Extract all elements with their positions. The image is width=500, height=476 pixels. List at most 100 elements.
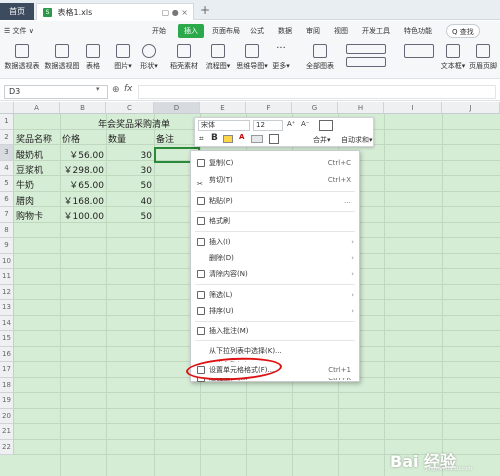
- menu-insert[interactable]: 插入: [178, 24, 204, 38]
- row-header[interactable]: 17: [0, 362, 14, 378]
- cell-name[interactable]: 酸奶机: [16, 149, 43, 164]
- file-menu[interactable]: ☰ 文件 ∨: [4, 24, 34, 38]
- tab-file[interactable]: S 表格1.xls ▢ ● ×: [36, 3, 194, 20]
- row-header[interactable]: 4: [0, 160, 14, 176]
- tab-controls-icon[interactable]: ▢ ● ×: [162, 4, 188, 21]
- col-header[interactable]: C: [106, 102, 154, 114]
- namebox-dropdown-icon[interactable]: ▾: [96, 85, 100, 93]
- menu-page-layout[interactable]: 页面布局: [212, 24, 240, 38]
- row-header[interactable]: 21: [0, 424, 14, 440]
- bold-button[interactable]: B: [211, 133, 218, 143]
- tab-home[interactable]: 首页: [0, 3, 34, 20]
- pivot-chart-button[interactable]: 数据透视图: [42, 44, 82, 71]
- pivot-table-button[interactable]: 数据透视表: [2, 44, 42, 71]
- row-header[interactable]: 16: [0, 346, 14, 362]
- menu-item-cut[interactable]: ✂ 剪切(T) Ctrl+X: [191, 172, 359, 188]
- formula-input[interactable]: [138, 85, 496, 99]
- cell-name[interactable]: 豆浆机: [16, 164, 43, 179]
- menu-features[interactable]: 特色功能: [404, 24, 432, 38]
- cell-name[interactable]: 腊肉: [16, 195, 34, 210]
- col-header[interactable]: B: [60, 102, 106, 114]
- header-cell-price[interactable]: 价格: [62, 133, 80, 148]
- cell-price[interactable]: ￥298.00: [60, 164, 105, 179]
- cell-qty[interactable]: 40: [106, 195, 152, 210]
- more-button[interactable]: ··· 更多▾: [266, 44, 296, 71]
- cell-price[interactable]: ￥168.00: [60, 195, 105, 210]
- font-grow-button[interactable]: A⁺: [287, 120, 295, 128]
- menu-item-copy[interactable]: 复制(C) Ctrl+C: [191, 155, 359, 171]
- cell-price[interactable]: ￥65.00: [60, 179, 104, 194]
- row-header[interactable]: 13: [0, 300, 14, 316]
- search-button[interactable]: Q 查找: [446, 24, 480, 38]
- col-header[interactable]: H: [338, 102, 384, 114]
- row-header[interactable]: 19: [0, 393, 14, 409]
- cell-format-icon[interactable]: ⌗: [199, 134, 204, 144]
- sheet-title[interactable]: 年会奖品采购清单: [74, 118, 194, 133]
- menu-view[interactable]: 视图: [334, 24, 348, 38]
- cell-qty[interactable]: 30: [106, 164, 152, 179]
- row-header[interactable]: 5: [0, 176, 14, 192]
- col-header[interactable]: I: [384, 102, 442, 114]
- row-header[interactable]: 12: [0, 284, 14, 300]
- menu-item-insert[interactable]: 插入(I) ›: [191, 234, 359, 250]
- menu-item-filter[interactable]: 筛选(L) ›: [191, 287, 359, 303]
- cell-name[interactable]: 购物卡: [16, 210, 43, 225]
- header-cell-notes[interactable]: 备注: [156, 133, 174, 148]
- row-header[interactable]: 20: [0, 408, 14, 424]
- font-shrink-button[interactable]: A⁻: [301, 120, 309, 128]
- menu-item-sort[interactable]: 排序(U) ›: [191, 303, 359, 319]
- col-header[interactable]: A: [14, 102, 60, 114]
- row-header[interactable]: 22: [0, 439, 14, 455]
- cell-qty[interactable]: 30: [106, 149, 152, 164]
- row-header[interactable]: 2: [0, 129, 14, 145]
- cell-qty[interactable]: 50: [106, 210, 152, 225]
- font-color-icon[interactable]: A: [239, 133, 244, 141]
- menu-developer[interactable]: 开发工具: [362, 24, 390, 38]
- function-icon[interactable]: fx: [124, 84, 133, 94]
- row-header[interactable]: 18: [0, 377, 14, 393]
- merge-button[interactable]: 合并▾: [313, 135, 331, 145]
- menu-item-insert-comment[interactable]: 插入批注(M): [191, 323, 359, 339]
- header-cell-qty[interactable]: 数量: [108, 133, 126, 148]
- menu-formula[interactable]: 公式: [250, 24, 264, 38]
- row-header[interactable]: 7: [0, 207, 14, 223]
- autosum-button[interactable]: 自动求和▾: [341, 135, 373, 145]
- menu-home[interactable]: 开始: [152, 24, 166, 38]
- cell-price[interactable]: ￥56.00: [60, 149, 104, 164]
- header-cell-name[interactable]: 奖品名称: [16, 133, 52, 148]
- menu-item-paste[interactable]: 粘贴(P)…: [191, 193, 359, 209]
- menu-item-delete[interactable]: 删除(D) ›: [191, 250, 359, 266]
- font-size-select[interactable]: 12: [253, 120, 283, 131]
- select-all-corner[interactable]: [0, 102, 14, 114]
- border-style-icon[interactable]: [319, 120, 333, 131]
- col-header[interactable]: D: [154, 102, 200, 114]
- col-header[interactable]: J: [442, 102, 500, 114]
- row-header[interactable]: 14: [0, 315, 14, 331]
- row-header[interactable]: 6: [0, 191, 14, 207]
- cell-name[interactable]: 牛奶: [16, 179, 34, 194]
- all-charts-button[interactable]: 全部图表: [300, 44, 340, 71]
- cell-qty[interactable]: 50: [106, 179, 152, 194]
- row-header[interactable]: 1: [0, 114, 14, 130]
- font-name-select[interactable]: 宋体: [198, 120, 250, 131]
- menu-data[interactable]: 数据: [278, 24, 292, 38]
- borders-icon[interactable]: [269, 134, 279, 144]
- menu-item-clear-contents[interactable]: 清除内容(N) ›: [191, 266, 359, 282]
- col-header[interactable]: F: [246, 102, 292, 114]
- row-header[interactable]: 3: [0, 145, 14, 161]
- col-header[interactable]: G: [292, 102, 338, 114]
- row-header[interactable]: 11: [0, 269, 14, 285]
- align-center-icon[interactable]: [251, 135, 263, 143]
- chart-types-group[interactable]: [336, 44, 396, 70]
- row-header[interactable]: 10: [0, 253, 14, 269]
- textbox-button[interactable]: 文本框▾: [436, 44, 470, 71]
- row-header[interactable]: 15: [0, 331, 14, 347]
- shape-button[interactable]: 形状▾: [134, 44, 164, 71]
- sparkline-group[interactable]: [400, 44, 438, 61]
- header-footer-button[interactable]: 页眉页脚: [466, 44, 500, 71]
- row-header[interactable]: 9: [0, 238, 14, 254]
- fill-color-icon[interactable]: [223, 135, 233, 143]
- menu-review[interactable]: 审阅: [306, 24, 320, 38]
- zoom-icon[interactable]: ⊕: [112, 85, 120, 95]
- table-button[interactable]: 表格: [78, 44, 108, 71]
